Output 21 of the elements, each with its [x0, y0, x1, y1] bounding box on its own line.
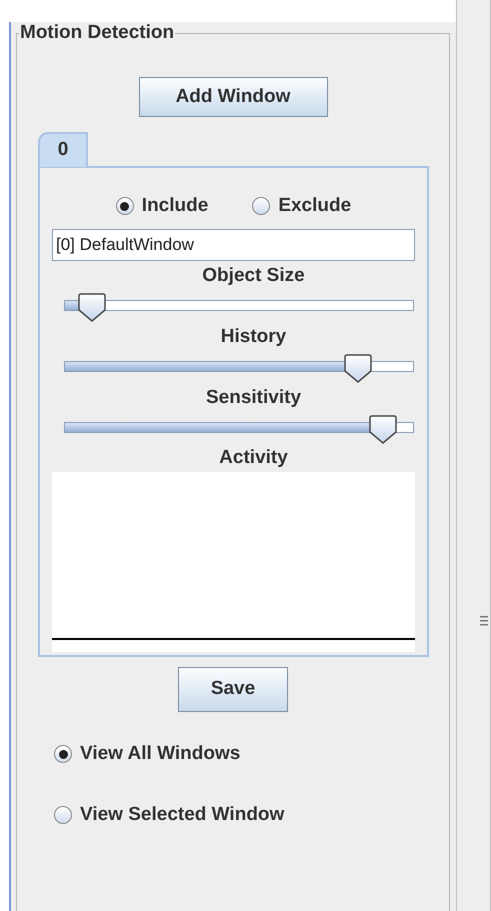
slider-thumb[interactable] — [368, 415, 396, 444]
radio-label[interactable]: Include — [142, 194, 208, 218]
slider-label: Object Size — [202, 264, 305, 288]
slider-label: Sensitivity — [206, 386, 302, 410]
radio-button[interactable] — [54, 745, 72, 763]
slider-thumb[interactable] — [78, 293, 106, 322]
window-name-field[interactable]: [0] DefaultWindow — [52, 229, 415, 261]
radio-label[interactable]: View All Windows — [80, 742, 240, 766]
slider-thumb[interactable] — [344, 354, 372, 383]
radio-button[interactable] — [116, 197, 134, 215]
group-title: Motion Detection — [19, 22, 176, 44]
slider-label: History — [220, 325, 286, 349]
radio-button[interactable] — [252, 197, 270, 215]
add-window-button[interactable]: Add Window — [138, 77, 328, 117]
activity-label: Activity — [218, 446, 289, 470]
save-button[interactable]: Save — [178, 667, 288, 712]
radio-button[interactable] — [54, 806, 72, 824]
tab[interactable]: 0 — [38, 132, 88, 167]
radio-label[interactable]: Exclude — [278, 194, 352, 218]
grip-icon — [480, 616, 488, 626]
radio-label[interactable]: View Selected Window — [80, 803, 284, 827]
